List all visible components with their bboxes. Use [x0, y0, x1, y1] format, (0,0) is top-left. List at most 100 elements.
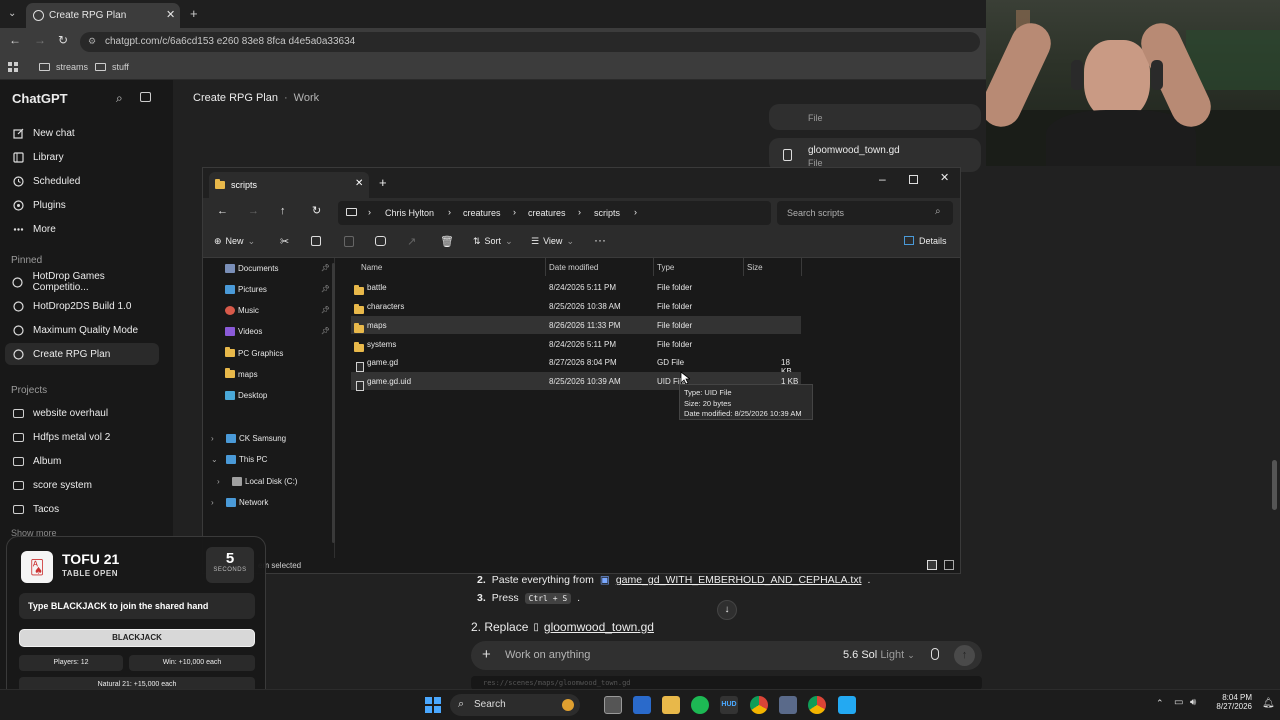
- project-item[interactable]: Tacos: [5, 498, 159, 520]
- delete-icon[interactable]: 🗑︎: [440, 235, 454, 248]
- explorer-search-input[interactable]: Search scripts ⌕: [777, 201, 953, 225]
- details-view-icon[interactable]: [927, 560, 937, 570]
- scroll-down-icon[interactable]: ↓: [717, 600, 737, 620]
- file-row[interactable]: systems 8/24/2026 5:11 PM File folder: [351, 335, 801, 353]
- file-explorer-icon[interactable]: [662, 696, 680, 714]
- windows-start-icon[interactable]: [425, 697, 441, 713]
- view-button[interactable]: ☰ View ⌄: [531, 236, 574, 247]
- details-button[interactable]: Details: [904, 236, 947, 246]
- clock[interactable]: 8:04 PM 8/27/2026: [1210, 693, 1252, 711]
- project-item[interactable]: score system: [5, 474, 159, 496]
- project-item[interactable]: Album: [5, 450, 159, 472]
- composer-placeholder[interactable]: Work on anything: [505, 649, 590, 661]
- tree-item-this-pc[interactable]: ⌄ This PC: [211, 450, 267, 468]
- breadcrumb-item[interactable]: creatures: [528, 208, 566, 218]
- up-icon[interactable]: ↑: [280, 205, 286, 217]
- apps-grid-icon[interactable]: [8, 62, 18, 72]
- breadcrumb-item[interactable]: creatures: [463, 208, 501, 218]
- column-header-size[interactable]: Size: [747, 263, 763, 272]
- pinned-chat[interactable]: HotDrop2DS Build 1.0: [5, 295, 159, 317]
- close-tab-icon[interactable]: ✕: [166, 8, 175, 21]
- maximize-icon[interactable]: [909, 175, 918, 184]
- chrome-profile-icon[interactable]: [808, 696, 826, 714]
- paste-icon[interactable]: [344, 236, 354, 247]
- chevron-right-icon[interactable]: ›: [211, 498, 226, 507]
- file-row[interactable]: battle 8/24/2026 5:11 PM File folder: [351, 278, 801, 296]
- pin-icon[interactable]: 📌︎: [321, 285, 330, 293]
- explorer-tab[interactable]: scripts ✕: [209, 172, 369, 198]
- task-view-icon[interactable]: [604, 696, 622, 714]
- pin-icon[interactable]: 📌︎: [321, 264, 330, 272]
- vscode-icon[interactable]: [838, 696, 856, 714]
- forward-icon[interactable]: →: [248, 205, 259, 217]
- minimize-icon[interactable]: –: [879, 172, 886, 186]
- file-row[interactable]: maps 8/26/2026 11:33 PM File folder: [351, 316, 801, 334]
- pinned-chat[interactable]: Maximum Quality Mode: [5, 319, 159, 341]
- project-item[interactable]: website overhaul: [5, 402, 159, 424]
- tree-item-local-disk[interactable]: › Local Disk (C:): [217, 472, 297, 490]
- file-row[interactable]: characters 8/25/2026 10:38 AM File folde…: [351, 297, 801, 315]
- sidebar-item-scheduled[interactable]: Scheduled: [5, 170, 159, 192]
- chevron-right-icon[interactable]: ›: [211, 434, 226, 443]
- chat-title[interactable]: Create RPG Plan: [193, 92, 278, 104]
- nav-item-pictures[interactable]: Pictures: [225, 280, 267, 298]
- pinned-chat-active[interactable]: Create RPG Plan: [5, 343, 159, 365]
- volume-icon[interactable]: 🔊︎: [1190, 697, 1196, 708]
- forward-icon[interactable]: →: [34, 33, 46, 47]
- new-button[interactable]: ⊕ New ⌄: [214, 236, 255, 247]
- blackjack-button[interactable]: BLACKJACK: [19, 629, 255, 647]
- close-tab-icon[interactable]: ✕: [355, 178, 363, 189]
- file-attachment-card[interactable]: File: [769, 104, 981, 130]
- sidebar-item-new-chat[interactable]: New chat: [5, 122, 159, 144]
- notepad-icon[interactable]: [633, 696, 651, 714]
- taskbar-search[interactable]: ⌕ Search: [450, 694, 580, 716]
- pin-icon[interactable]: 📌︎: [321, 327, 330, 335]
- add-attachment-icon[interactable]: +: [482, 646, 491, 663]
- site-info-icon[interactable]: ⚙: [88, 36, 96, 47]
- sidebar-toggle-icon[interactable]: [140, 92, 151, 102]
- tiles-view-icon[interactable]: [944, 560, 954, 570]
- copy-icon[interactable]: [311, 236, 321, 246]
- hud-fx-icon[interactable]: HUD: [720, 696, 738, 714]
- chevron-right-icon[interactable]: ›: [217, 477, 232, 486]
- pin-icon[interactable]: 📌︎: [321, 306, 330, 314]
- nav-item-music[interactable]: Music: [225, 301, 259, 319]
- chat-project[interactable]: Work: [294, 92, 319, 104]
- notifications-icon[interactable]: 🔔︎: [1262, 698, 1275, 709]
- sidebar-item-plugins[interactable]: Plugins: [5, 194, 159, 216]
- share-icon[interactable]: ↗: [407, 235, 416, 248]
- chat-composer[interactable]: + Work on anything 5.6 Sol Light ⌄ ↑: [471, 641, 982, 670]
- breadcrumb-item[interactable]: Chris Hylton: [385, 208, 434, 218]
- nav-item-pc-graphics[interactable]: PC Graphics: [225, 344, 283, 362]
- address-bar[interactable]: ⚙ chatgpt.com/c/6a6cd153 e260 83e8 8fca …: [80, 32, 980, 52]
- sidebar-item-more[interactable]: More: [5, 218, 159, 240]
- chevron-down-icon[interactable]: ⌄: [211, 455, 226, 464]
- reload-icon[interactable]: ↻: [58, 33, 68, 47]
- send-button[interactable]: ↑: [954, 645, 975, 666]
- pinned-chat[interactable]: HotDrop Games Competitio...: [5, 271, 159, 293]
- bookmark-streams[interactable]: streams: [39, 62, 88, 72]
- search-icon[interactable]: ⌕: [116, 91, 123, 106]
- nav-pane-scrollbar[interactable]: [332, 263, 335, 543]
- new-tab-icon[interactable]: +: [190, 6, 198, 21]
- chrome-icon[interactable]: [750, 696, 768, 714]
- tree-item-ck-samsung[interactable]: › CK Samsung: [211, 429, 286, 447]
- model-selector[interactable]: 5.6 Sol Light ⌄: [843, 649, 915, 661]
- column-header-date[interactable]: Date modified: [549, 263, 598, 272]
- app-gear-icon[interactable]: [779, 696, 797, 714]
- column-header-name[interactable]: Name: [361, 263, 382, 272]
- back-icon[interactable]: ←: [9, 33, 21, 47]
- close-window-icon[interactable]: ✕: [940, 171, 949, 184]
- rename-icon[interactable]: [375, 236, 386, 246]
- bookmark-stuff[interactable]: stuff: [95, 62, 129, 72]
- more-options-icon[interactable]: ···: [594, 233, 606, 247]
- file-row[interactable]: game.gd 8/27/2026 8:04 PM GD File 18 KB: [351, 353, 801, 376]
- project-item[interactable]: Hdfps metal vol 2: [5, 426, 159, 448]
- file-link[interactable]: game_gd_WITH_EMBERHOLD_AND_CEPHALA.txt: [616, 574, 862, 586]
- nav-item-desktop[interactable]: Desktop: [225, 386, 267, 404]
- column-header-type[interactable]: Type: [657, 263, 674, 272]
- nav-item-videos[interactable]: Videos: [225, 322, 262, 340]
- nav-item-maps[interactable]: maps: [225, 365, 258, 383]
- page-scrollbar[interactable]: [1272, 460, 1277, 510]
- nav-item-documents[interactable]: Documents: [225, 259, 278, 277]
